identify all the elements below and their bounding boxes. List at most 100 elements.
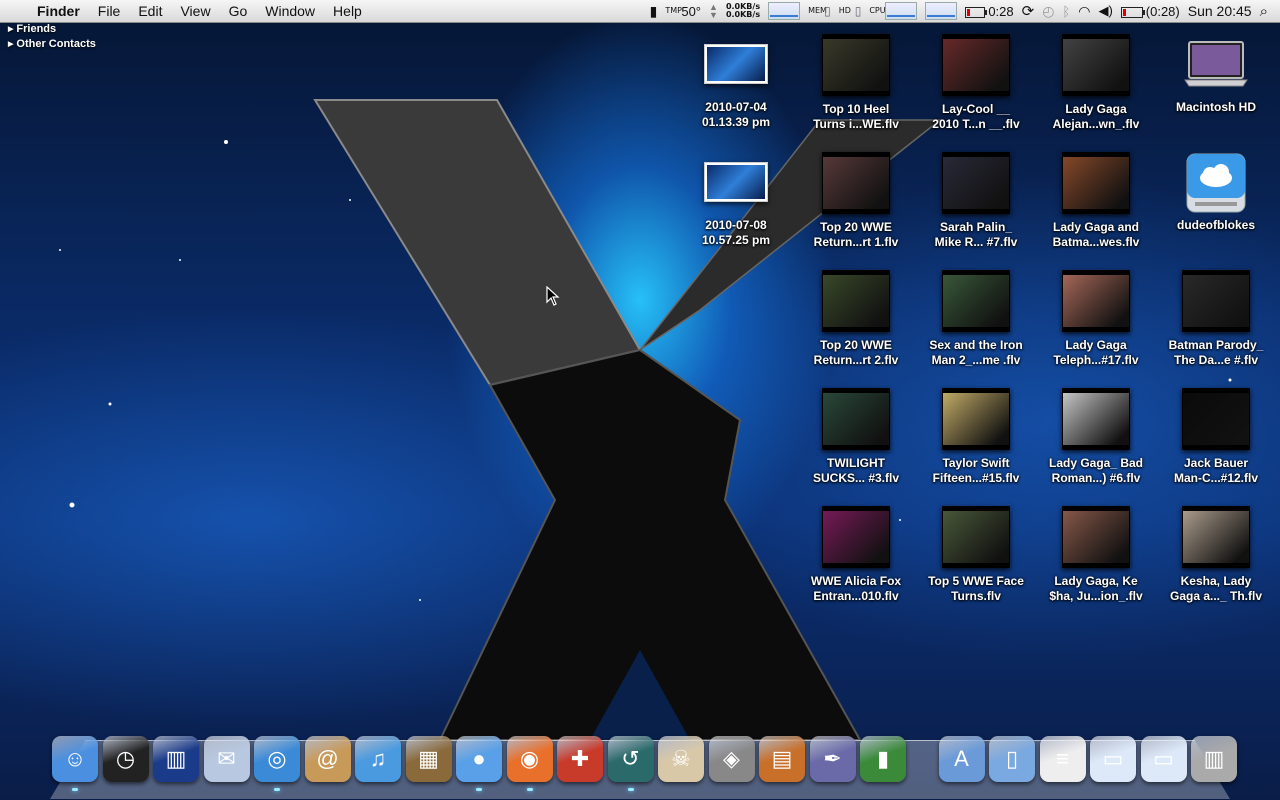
icon-label-line2: 10.57.25 pm [701,233,771,247]
menu-window[interactable]: Window [256,0,324,22]
dashboard-icon[interactable]: ◷ [102,736,149,782]
memory-meter-icon[interactable]: ▯ [824,4,831,18]
temperature-readout[interactable]: 50° [681,4,701,19]
desktop-icon-macintosh-hd[interactable]: Macintosh HD [1161,34,1271,115]
contact-group-friends[interactable]: ▶ Friends [8,22,96,37]
menu-help[interactable]: Help [324,0,371,22]
messenger-icon[interactable]: ● [456,736,502,782]
status-menus: ▮ TMP 50° ▲ ▼ 0.0KB/s 0.0KB/s MEM ▯ HD ▯ … [650,0,1280,22]
desktop-icon-video[interactable]: Lady Gaga Teleph...#17.flv [1041,270,1151,368]
documents-folder-icon[interactable]: ▯ [989,736,1035,782]
trash-icon[interactable]: ▥ [1191,736,1237,782]
time-machine-menu-icon[interactable]: ◴ [1042,3,1054,20]
text-document-icon[interactable]: ≡ [1039,736,1086,782]
menu-file[interactable]: File [89,0,130,22]
icon-label: Macintosh HD [1175,100,1256,114]
battery-menu[interactable]: (0:28) [1120,3,1180,19]
icon-label-line2: $ha, Ju...ion_.flv [1049,589,1143,603]
video-thumbnail [1062,506,1130,568]
desktop-icon-video[interactable]: Lady Gaga, Ke $ha, Ju...ion_.flv [1041,506,1151,604]
menu-go[interactable]: Go [220,0,257,22]
sync-icon[interactable]: ⟳ [1022,2,1035,20]
growl-icon[interactable]: ◈ [708,736,755,782]
desktop-icon-dudeofblokes[interactable]: dudeofblokes [1161,152,1271,233]
iphoto-icon[interactable]: ▦ [405,736,452,782]
safari-icon[interactable]: ◎ [254,736,300,782]
numbers-icon[interactable]: ▮ [860,736,906,782]
volume-icon[interactable]: ◀) [1098,3,1112,19]
desktop-icon-video[interactable]: Lady Gaga Alejan...wn_.flv [1041,34,1151,132]
desktop-icon-video[interactable]: Kesha, Lady Gaga a..._ Th.flv [1161,506,1271,604]
desktop-icon-video[interactable]: Top 20 WWE Return...rt 2.flv [801,270,911,368]
icon-label-line2: 01.13.39 pm [701,115,771,129]
desktop-icon-screenshot[interactable]: 2010-07-08 10.57.25 pm [681,152,791,248]
cpu-graph-2[interactable] [925,2,958,20]
address-book-icon[interactable]: @ [304,736,351,782]
network-speed[interactable]: 0.0KB/s 0.0KB/s [726,3,760,19]
transmission-icon[interactable]: ✚ [557,736,603,782]
tardis-icon[interactable]: ▥ [153,736,199,782]
screenshot-stack-icon[interactable]: ▭ [1090,736,1136,782]
icon-label-line2: Man 2_...me .flv [931,353,1021,367]
time-machine-icon[interactable]: ↺ [607,736,654,782]
icon-label-line1: Top 20 WWE [820,220,892,234]
desktop-icon-video[interactable]: Lady Gaga_ Bad Roman...) #6.flv [1041,388,1151,486]
firefox-icon[interactable]: ◉ [506,736,553,782]
spotlight-search-icon[interactable]: ⌕ [1260,3,1268,20]
desktop-icon-video[interactable]: Lady Gaga and Batma...wes.flv [1041,152,1151,250]
desktop-icon-video[interactable]: WWE Alicia Fox Entran...010.flv [801,506,911,604]
video-thumbnail [1062,152,1130,214]
desktop-icon-video[interactable]: Top 20 WWE Return...rt 1.flv [801,152,911,250]
desktop-icon-video[interactable]: Top 5 WWE Face Turns.flv [921,506,1031,604]
menubar-clock[interactable]: Sun 20:45 [1188,3,1252,19]
icon-label-line2: Alejan...wn_.flv [1052,117,1140,131]
applications-folder-icon[interactable]: A [938,736,985,782]
mem-label: MEM [808,6,827,15]
icon-label-line2: Mike R... #7.flv [934,235,1018,249]
battery-remaining: (0:28) [1145,3,1180,19]
itunes-icon[interactable]: ♫ [355,736,401,782]
desktop-icon-screenshot[interactable]: 2010-07-04 01.13.39 pm [681,34,791,130]
desktop-icon-video[interactable]: Lay-Cool __ 2010 T...n __.flv [921,34,1031,132]
icon-label-line1: Lady Gaga [1065,338,1127,352]
thermometer-icon[interactable]: ▮ [650,3,658,20]
cpu-graph-1[interactable] [885,2,918,20]
laptop-drive-icon [1183,34,1249,94]
icon-label-line2: Teleph...#17.flv [1053,353,1139,367]
video-thumbnail [942,506,1010,568]
skull-icon[interactable]: ☠ [658,736,704,782]
cloud-drive-icon [1183,152,1249,213]
icon-label-line1: Kesha, Lady [1180,574,1252,588]
mail-stamp-icon[interactable]: ✉ [203,736,250,782]
desktop-icon-video[interactable]: Jack Bauer Man-C...#12.flv [1161,388,1271,486]
menu-view[interactable]: View [171,0,219,22]
icon-label-line2: Return...rt 1.flv [813,235,899,249]
disk-meter-icon[interactable]: ▯ [855,4,862,18]
desktop-icon-video[interactable]: TWILIGHT SUCKS... #3.flv [801,388,911,486]
keynote-icon[interactable]: ▤ [759,736,805,782]
script-editor-icon[interactable]: ✒ [809,736,856,782]
icon-label-line2: Turns.flv [951,589,1001,603]
finder-icon[interactable]: ☺ [52,736,98,782]
contact-group-label: Friends [16,23,57,35]
downloads-stack-icon[interactable]: ▭ [1140,736,1187,782]
network-graph[interactable] [768,2,801,20]
app-menu-finder[interactable]: Finder [28,0,89,22]
bluetooth-icon[interactable]: ᛒ [1062,4,1070,19]
desktop-icon-video[interactable]: Batman Parody_ The Da...e #.flv [1161,270,1271,368]
menubar: Finder File Edit View Go Window Help ▮ T… [0,0,1280,23]
desktop-icon-video[interactable]: Sarah Palin_ Mike R... #7.flv [921,152,1031,250]
icon-label-line1: Batman Parody_ [1168,338,1264,352]
desktop-icon-video[interactable]: Taylor Swift Fifteen...#15.flv [921,388,1031,486]
desktop-icon-video[interactable]: Top 10 Heel Turns i...WE.flv [801,34,911,132]
wifi-icon[interactable]: ◠ [1078,3,1090,20]
menu-edit[interactable]: Edit [129,0,171,22]
contact-group-other[interactable]: ▶ Other Contacts [8,37,96,52]
icon-label-line2: Gaga a..._ Th.flv [1169,589,1263,603]
video-thumbnail [1062,270,1130,332]
icon-label-line1: Top 20 WWE [820,338,892,352]
icon-label-line2: Fifteen...#15.flv [932,471,1020,485]
video-thumbnail [1182,506,1250,568]
battery-status[interactable]: 0:28 [965,4,1014,19]
desktop-icon-video[interactable]: Sex and the Iron Man 2_...me .flv [921,270,1031,368]
